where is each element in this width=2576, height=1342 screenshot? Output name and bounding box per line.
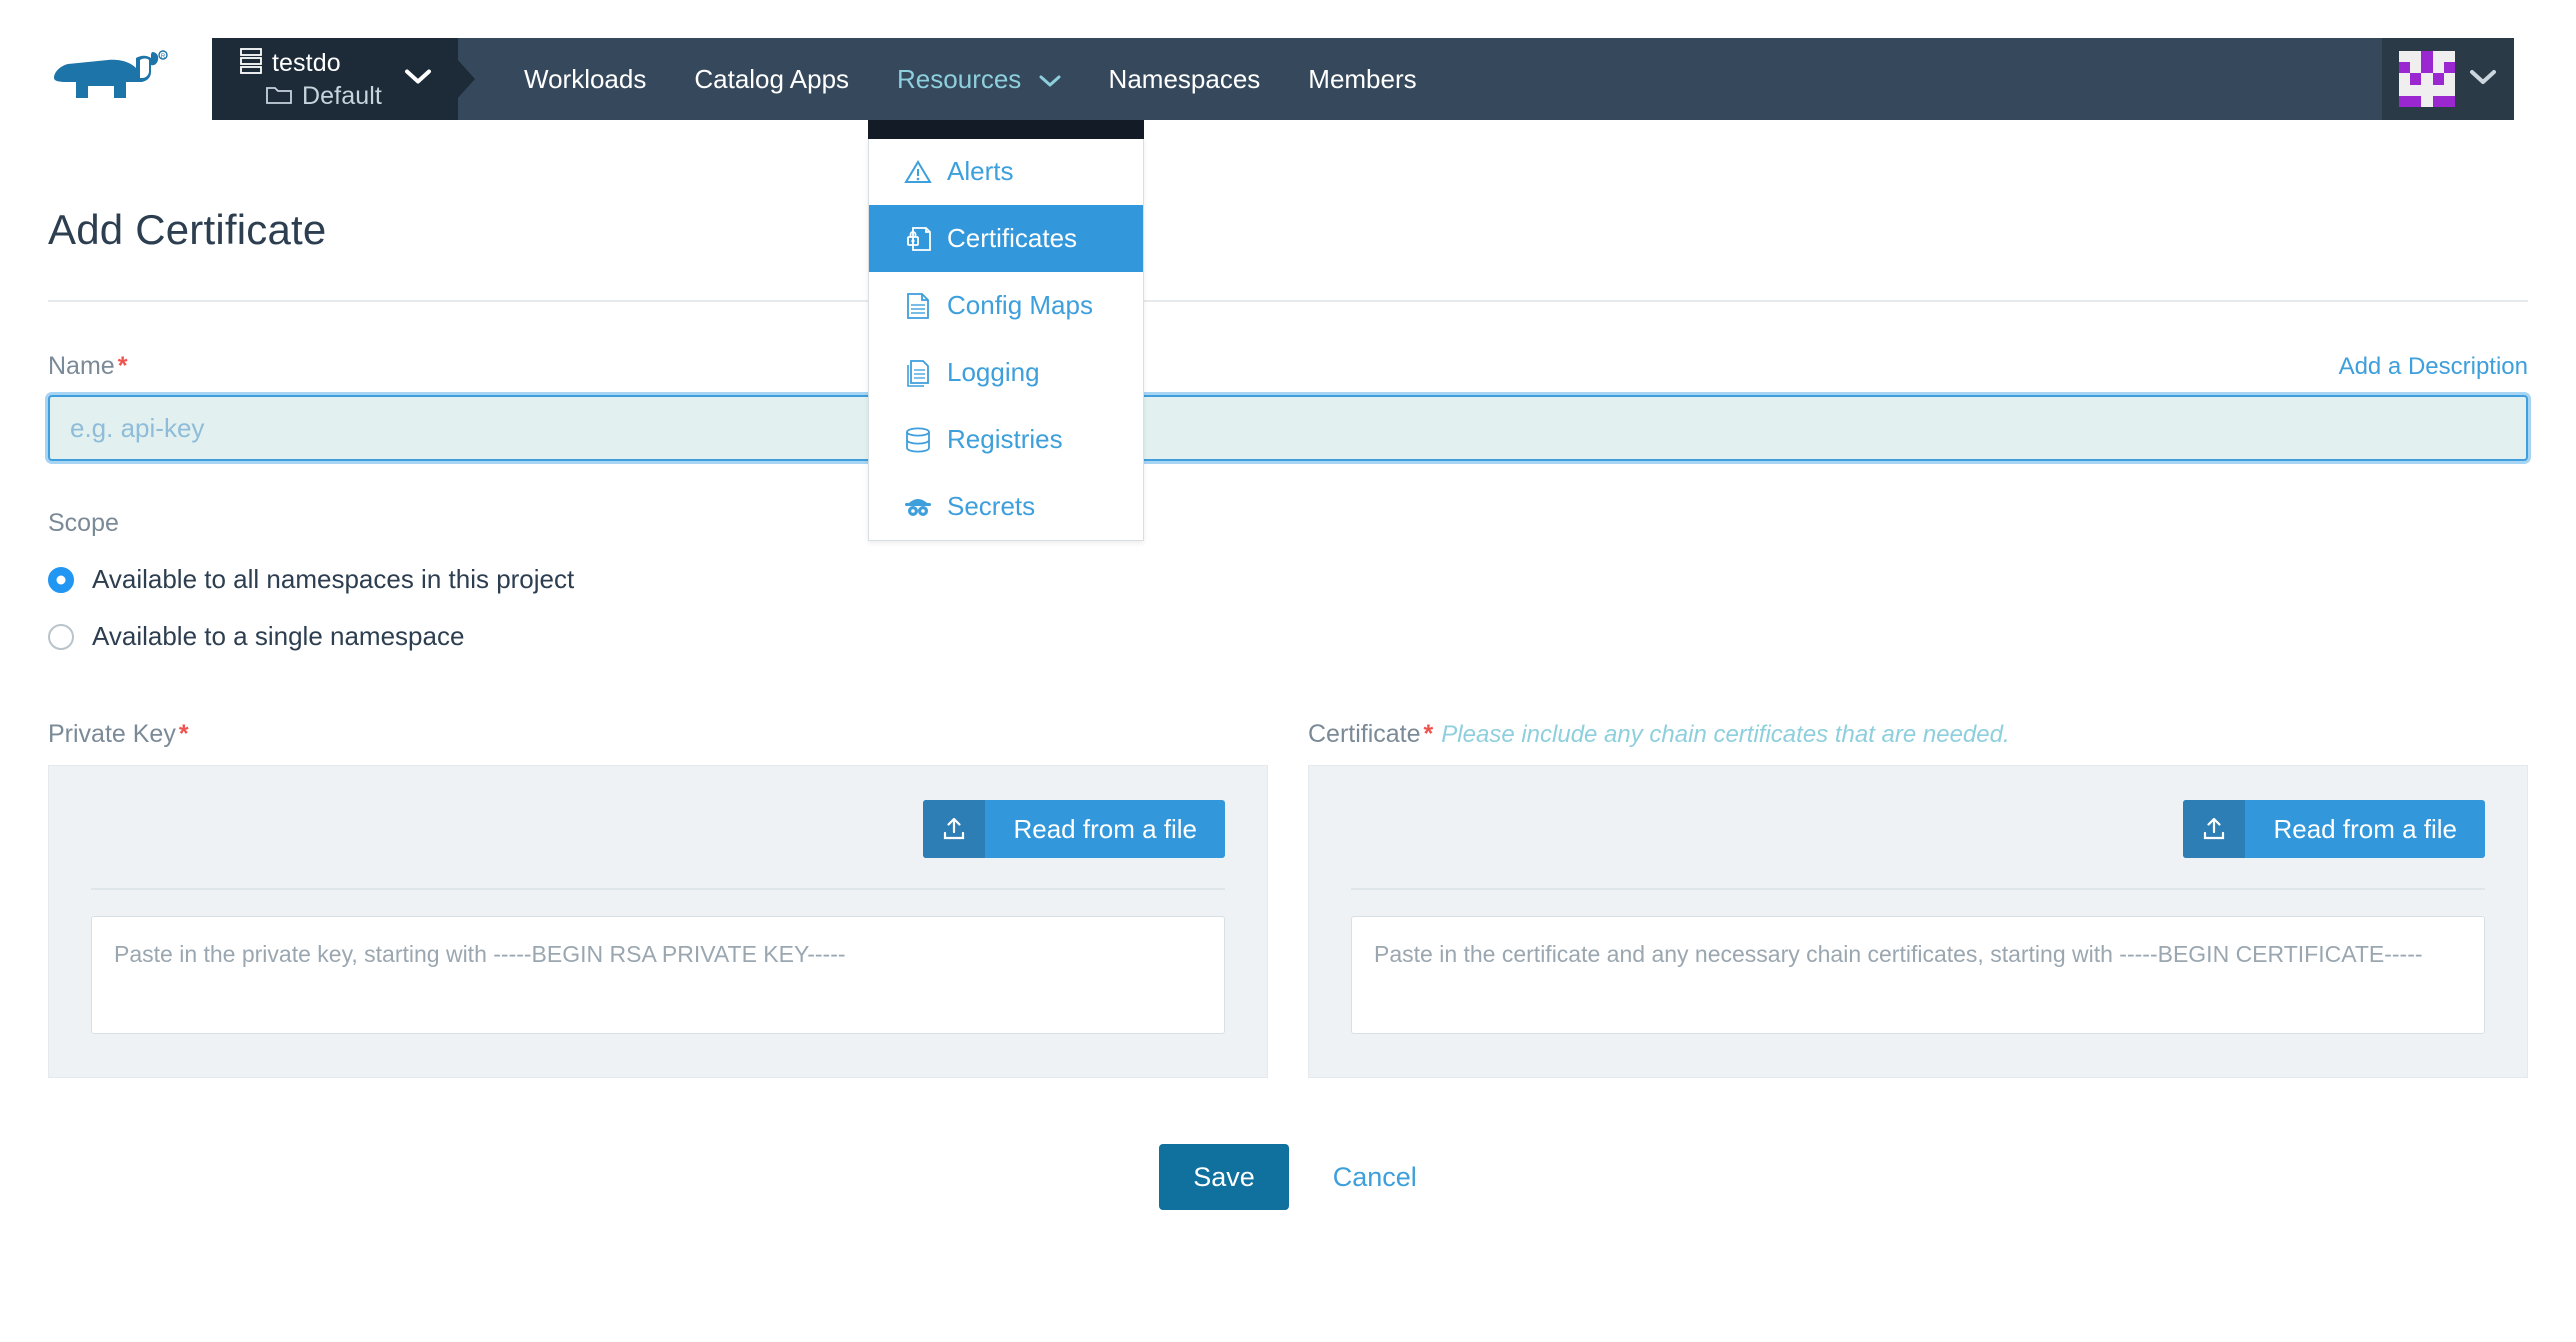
radio-icon[interactable] <box>48 566 74 593</box>
alert-triangle-icon <box>903 157 933 187</box>
certificate-textarea[interactable] <box>1351 916 2485 1034</box>
cancel-button[interactable]: Cancel <box>1333 1162 1417 1193</box>
rancher-cow-logo[interactable]: R <box>48 46 168 112</box>
private-key-button-row: Read from a file <box>91 800 1225 858</box>
name-label: Name * <box>48 352 127 381</box>
private-key-read-from-file-button[interactable]: Read from a file <box>923 800 1225 858</box>
required-marker: * <box>1423 720 1434 748</box>
app-header: R testdo Default Workloads Catalog Apps … <box>0 0 2576 148</box>
scope-option-single-namespace[interactable]: Available to a single namespace <box>48 621 2528 652</box>
menu-item-registries[interactable]: Registries <box>869 406 1143 473</box>
scope-option-single-namespace-label: Available to a single namespace <box>92 621 465 651</box>
key-cert-panels: Private Key * Read from a file Paste in … <box>48 720 2528 1078</box>
private-key-label: Private Key * <box>48 720 1268 749</box>
menu-item-certificates[interactable]: Certificates <box>869 205 1143 272</box>
avatar <box>2399 51 2455 107</box>
dropdown-top-bar <box>868 120 1144 139</box>
cluster-name: testdo <box>272 48 341 77</box>
cluster-project-selector[interactable]: testdo Default <box>212 38 475 120</box>
required-marker: * <box>178 720 189 748</box>
menu-item-registries-label: Registries <box>947 424 1063 454</box>
private-key-textarea[interactable] <box>91 916 1225 1034</box>
menu-item-secrets[interactable]: Secrets <box>869 473 1143 540</box>
private-key-panel: Read from a file <box>48 765 1268 1078</box>
menu-item-alerts[interactable]: Alerts <box>869 138 1143 205</box>
menu-item-certificates-label: Certificates <box>947 223 1078 253</box>
logging-documents-icon <box>903 358 933 388</box>
name-input[interactable] <box>48 395 2528 461</box>
main-navbar: testdo Default Workloads Catalog Apps Re… <box>212 38 2514 120</box>
name-label-row: Name * Add a Description <box>48 352 2528 381</box>
upload-icon <box>2183 800 2246 858</box>
menu-item-logging-label: Logging <box>947 357 1040 387</box>
menu-item-config-maps[interactable]: Config Maps <box>869 272 1143 339</box>
save-button[interactable]: Save <box>1159 1144 1289 1210</box>
menu-item-secrets-label: Secrets <box>947 491 1036 521</box>
scope-label: Scope <box>48 509 119 537</box>
chevron-down-icon <box>404 68 432 91</box>
certificate-read-from-file-label: Read from a file <box>2273 813 2457 844</box>
form-footer: Save Cancel <box>48 1144 2528 1210</box>
nav-item-catalog-apps[interactable]: Catalog Apps <box>670 38 873 120</box>
scope-option-all-namespaces[interactable]: Available to all namespaces in this proj… <box>48 564 2528 595</box>
certificate-button-row: Read from a file <box>1351 800 2485 858</box>
certificate-hint: Please include any chain certificates th… <box>1441 721 2010 748</box>
scope-option-all-namespaces-label: Available to all namespaces in this proj… <box>92 564 575 594</box>
menu-item-alerts-label: Alerts <box>947 156 1014 186</box>
config-map-document-icon <box>903 291 933 321</box>
nav-links: Workloads Catalog Apps Resources Namespa… <box>458 38 2382 120</box>
private-key-divider <box>91 888 1225 890</box>
certificate-divider <box>1351 888 2485 890</box>
radio-icon[interactable] <box>48 623 74 650</box>
page-title: Add Certificate <box>48 206 327 253</box>
resources-dropdown-menu: Alerts Certificates Config Maps Logging … <box>868 138 1144 541</box>
certificate-label-text: Certificate <box>1308 720 1421 748</box>
selector-arrow <box>457 59 475 99</box>
project-row: Default <box>240 82 382 111</box>
nav-item-members[interactable]: Members <box>1284 38 1440 120</box>
menu-item-logging[interactable]: Logging <box>869 339 1143 406</box>
private-key-column: Private Key * Read from a file <box>48 720 1268 1078</box>
name-label-text: Name <box>48 352 115 380</box>
user-menu[interactable] <box>2382 38 2514 120</box>
certificate-lock-icon <box>903 224 933 254</box>
private-key-label-text: Private Key <box>48 720 176 748</box>
secret-spy-icon <box>903 492 933 522</box>
nav-item-resources-label: Resources <box>897 64 1022 94</box>
registry-database-icon <box>903 425 933 455</box>
folder-icon <box>266 83 292 110</box>
nav-item-workloads[interactable]: Workloads <box>500 38 670 120</box>
svg-text:R: R <box>161 54 166 60</box>
chevron-down-icon <box>2469 68 2497 91</box>
certificate-label: Certificate * Please include any chain cer… <box>1308 720 2528 749</box>
certificate-read-from-file-button[interactable]: Read from a file <box>2183 800 2485 858</box>
nav-item-resources[interactable]: Resources <box>873 38 1085 120</box>
server-icon <box>240 47 262 79</box>
chevron-down-icon <box>1039 38 1061 120</box>
cluster-row: testdo <box>240 47 382 79</box>
project-name: Default <box>302 81 382 110</box>
add-description-link[interactable]: Add a Description <box>2339 353 2528 381</box>
menu-item-config-maps-label: Config Maps <box>947 290 1093 320</box>
required-marker: * <box>117 352 128 380</box>
certificate-column: Certificate * Please include any chain cer… <box>1308 720 2528 1078</box>
private-key-read-from-file-label: Read from a file <box>1013 813 1197 844</box>
certificate-panel: Read from a file <box>1308 765 2528 1078</box>
page-content: Add Certificate Name * Add a Description … <box>0 206 2576 1210</box>
title-divider <box>48 300 2528 302</box>
nav-item-namespaces[interactable]: Namespaces <box>1085 38 1285 120</box>
upload-icon <box>923 800 986 858</box>
